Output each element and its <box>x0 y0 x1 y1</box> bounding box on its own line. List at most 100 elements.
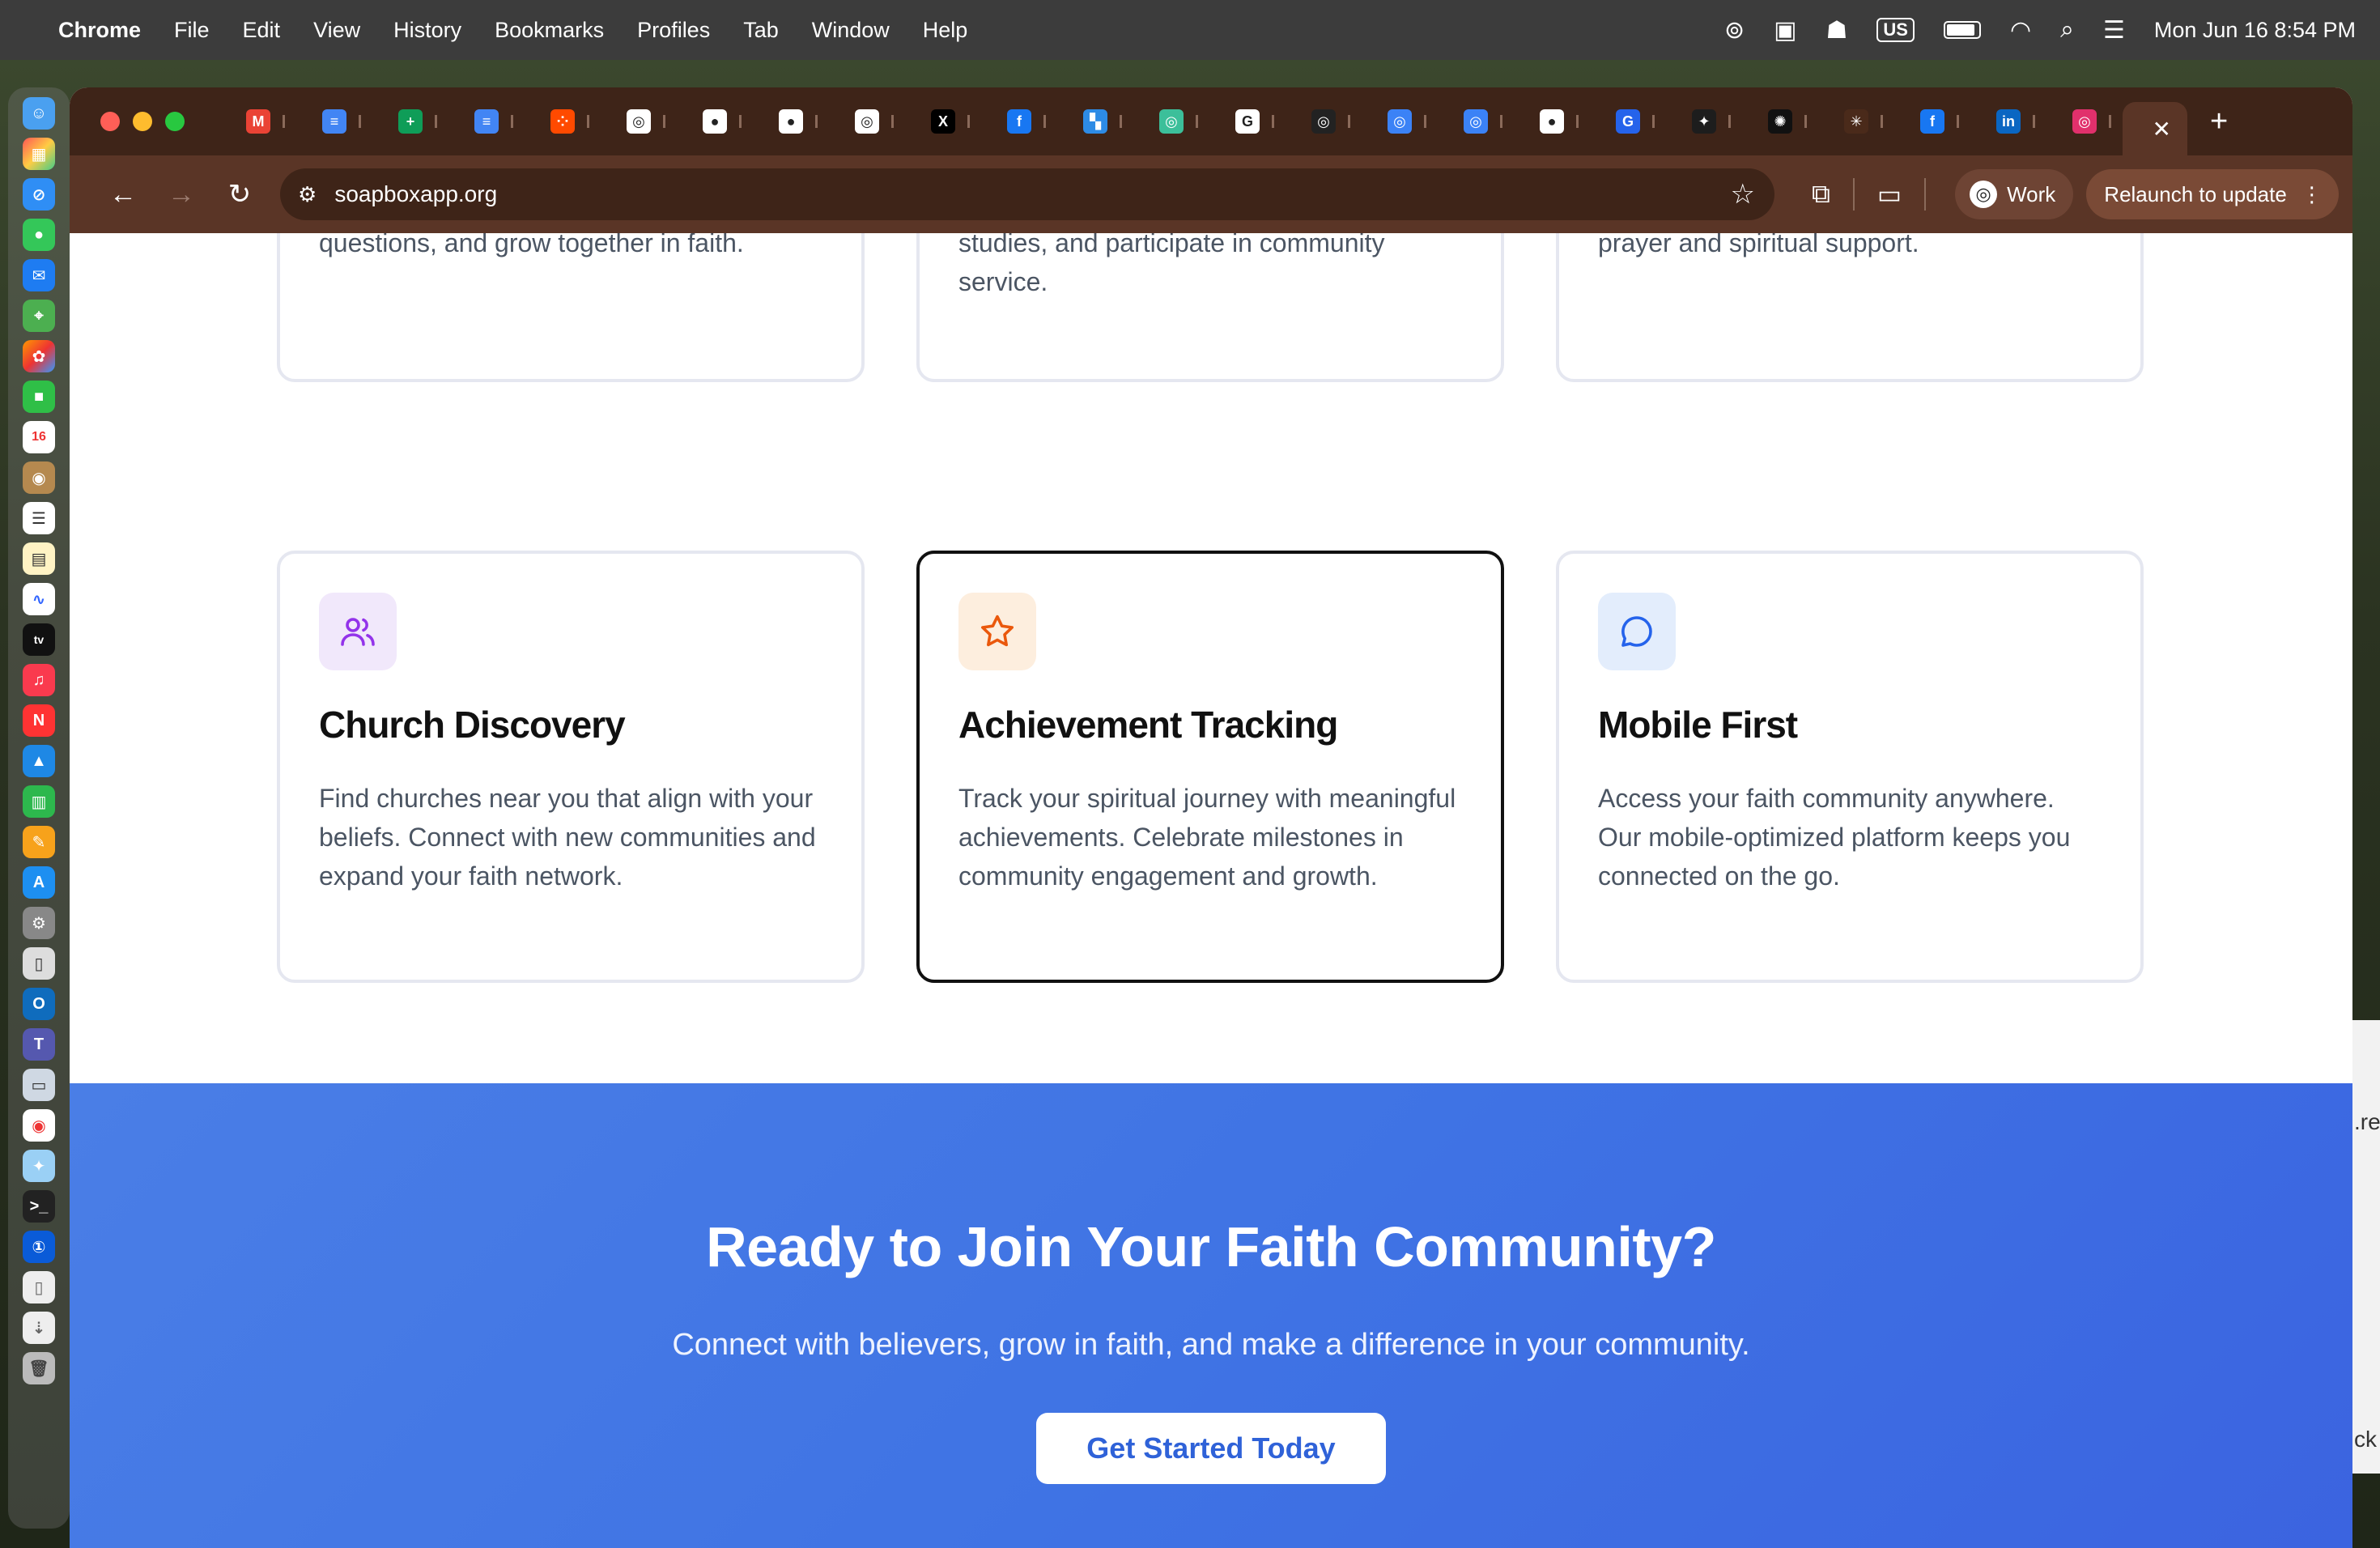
close-tab-icon[interactable]: ✕ <box>2153 116 2171 142</box>
back-icon[interactable]: ← <box>94 179 152 211</box>
browser-tab[interactable]: ≡ <box>448 87 525 155</box>
site-info-icon[interactable]: ⚙ <box>298 182 317 207</box>
reminders-icon[interactable]: ☰ <box>23 502 55 534</box>
browser-tab[interactable]: ▚ <box>1057 87 1133 155</box>
teams-status-icon[interactable]: ☗ <box>1825 16 1847 45</box>
mail-icon[interactable]: ✉ <box>23 259 55 291</box>
notes-icon[interactable]: ▤ <box>23 542 55 575</box>
new-tab-icon[interactable]: + <box>2210 104 2228 139</box>
browser-tab[interactable]: ◎ <box>1286 87 1362 155</box>
trash-icon[interactable]: 🗑 <box>23 1352 55 1384</box>
browser-tab[interactable]: X <box>905 87 981 155</box>
system-settings-icon[interactable]: ⚙ <box>23 907 55 939</box>
menu-app-name[interactable]: Chrome <box>58 18 141 43</box>
browser-tab[interactable]: in <box>1970 87 2046 155</box>
vpn-icon[interactable]: ⊚ <box>1724 16 1745 45</box>
reload-icon[interactable]: ↻ <box>210 178 269 211</box>
url-text[interactable]: soapboxapp.org <box>334 181 497 207</box>
menu-edit[interactable]: Edit <box>243 18 281 43</box>
numbers-icon[interactable]: ▥ <box>23 785 55 818</box>
freeform-icon[interactable]: ∿ <box>23 583 55 615</box>
outlook-icon[interactable]: O <box>23 988 55 1020</box>
menu-window[interactable]: Window <box>812 18 890 43</box>
terminal-icon[interactable]: >_ <box>23 1190 55 1223</box>
onepassword-icon[interactable]: ① <box>23 1231 55 1263</box>
browser-tab[interactable]: ⁘ <box>525 87 601 155</box>
launchpad-icon[interactable]: ▦ <box>23 138 55 170</box>
photos-icon[interactable]: ✿ <box>23 340 55 372</box>
background-window[interactable]: .re ck <box>2352 1020 2380 1474</box>
preview-icon[interactable]: ▭ <box>23 1069 55 1101</box>
copilot-icon[interactable]: ✦ <box>23 1150 55 1182</box>
browser-tab[interactable]: ◎ <box>829 87 905 155</box>
relaunch-button[interactable]: Relaunch to update ⋮ <box>2086 169 2339 219</box>
browser-tab[interactable]: G <box>1590 87 1666 155</box>
browser-tab[interactable]: ✳ <box>1818 87 1894 155</box>
zoom-window-icon[interactable] <box>165 112 185 131</box>
control-center-icon[interactable]: ☰ <box>2103 16 2125 45</box>
apple-tv-icon[interactable]: tv <box>23 623 55 656</box>
document-icon[interactable]: ▯ <box>23 1271 55 1303</box>
browser-tab[interactable]: ● <box>753 87 829 155</box>
extensions-icon[interactable]: ⧉ <box>1812 179 1830 210</box>
browser-toolbar: ← → ↻ ⚙ soapboxapp.org ☆ ⧉ ▭ ◎ Work Rela… <box>70 155 2352 233</box>
browser-tab[interactable]: ◎ <box>601 87 677 155</box>
menu-history[interactable]: History <box>393 18 461 43</box>
bookmark-star-icon[interactable]: ☆ <box>1731 178 1755 211</box>
battery-icon[interactable] <box>1943 21 1981 39</box>
chrome-icon[interactable]: ◉ <box>23 1109 55 1142</box>
browser-tab[interactable]: f <box>981 87 1057 155</box>
address-bar[interactable]: ⚙ soapboxapp.org ☆ <box>280 168 1774 220</box>
browser-tab[interactable]: ◎ <box>1438 87 1514 155</box>
menu-clock[interactable]: Mon Jun 16 8:54 PM <box>2154 18 2356 43</box>
keynote-icon[interactable]: ▲ <box>23 745 55 777</box>
app-store-icon[interactable]: A <box>23 866 55 899</box>
menu-profiles[interactable]: Profiles <box>637 18 710 43</box>
browser-tab[interactable]: M <box>220 87 296 155</box>
music-icon[interactable]: ♫ <box>23 664 55 696</box>
pages-icon[interactable]: ✎ <box>23 826 55 858</box>
feature-card-mobile-first[interactable]: Mobile First Access your faith community… <box>1556 551 2144 983</box>
news-icon[interactable]: N <box>23 704 55 737</box>
teams-icon[interactable]: T <box>23 1028 55 1061</box>
browser-tab[interactable]: ✦ <box>1666 87 1742 155</box>
feature-card-church-discovery[interactable]: Church Discovery Find churches near you … <box>277 551 865 983</box>
messages-icon[interactable]: ● <box>23 219 55 251</box>
feature-card-achievement-tracking[interactable]: Achievement Tracking Track your spiritua… <box>916 551 1504 983</box>
menu-tab[interactable]: Tab <box>743 18 779 43</box>
safari-icon[interactable]: ⊘ <box>23 178 55 211</box>
close-window-icon[interactable] <box>100 112 120 131</box>
browser-tab[interactable]: ● <box>1514 87 1590 155</box>
menu-bookmarks[interactable]: Bookmarks <box>495 18 604 43</box>
get-started-button[interactable]: Get Started Today <box>1036 1413 1386 1484</box>
browser-tab[interactable]: ● <box>677 87 753 155</box>
menu-view[interactable]: View <box>313 18 360 43</box>
minimize-window-icon[interactable] <box>133 112 152 131</box>
menu-help[interactable]: Help <box>923 18 968 43</box>
forward-icon[interactable]: → <box>152 179 210 211</box>
finder-icon[interactable]: ☺ <box>23 97 55 130</box>
browser-tab[interactable]: f <box>1894 87 1970 155</box>
tab-active[interactable]: ✕ <box>2123 102 2187 155</box>
browser-tab[interactable]: ≡ <box>296 87 372 155</box>
cast-icon[interactable]: ▭ <box>1877 179 1902 210</box>
browser-tab[interactable]: ✺ <box>1742 87 1818 155</box>
browser-tab[interactable]: + <box>372 87 448 155</box>
more-menu-icon[interactable]: ⋮ <box>2301 182 2323 207</box>
contacts-icon[interactable]: ◉ <box>23 461 55 494</box>
browser-tab[interactable]: ◎ <box>1362 87 1438 155</box>
spotlight-search-icon[interactable]: ⌕ <box>2060 16 2074 44</box>
browser-tab[interactable]: G <box>1209 87 1286 155</box>
downloads-icon[interactable]: ⇣ <box>23 1312 55 1344</box>
browser-tab[interactable]: ◎ <box>1133 87 1209 155</box>
menu-file[interactable]: File <box>174 18 210 43</box>
calendar-icon[interactable]: 16 <box>23 421 55 453</box>
maps-icon[interactable]: ⌖ <box>23 300 55 332</box>
wifi-icon[interactable]: ◠ <box>2010 16 2031 45</box>
facetime-icon[interactable]: ■ <box>23 381 55 413</box>
outlook-status-icon[interactable]: ▣ <box>1774 16 1796 45</box>
iphone-mirroring-icon[interactable]: ▯ <box>23 947 55 980</box>
browser-tab[interactable]: ◎ <box>2046 87 2123 155</box>
keyboard-input-badge[interactable]: US <box>1876 18 1915 42</box>
profile-button[interactable]: ◎ Work <box>1955 169 2074 219</box>
